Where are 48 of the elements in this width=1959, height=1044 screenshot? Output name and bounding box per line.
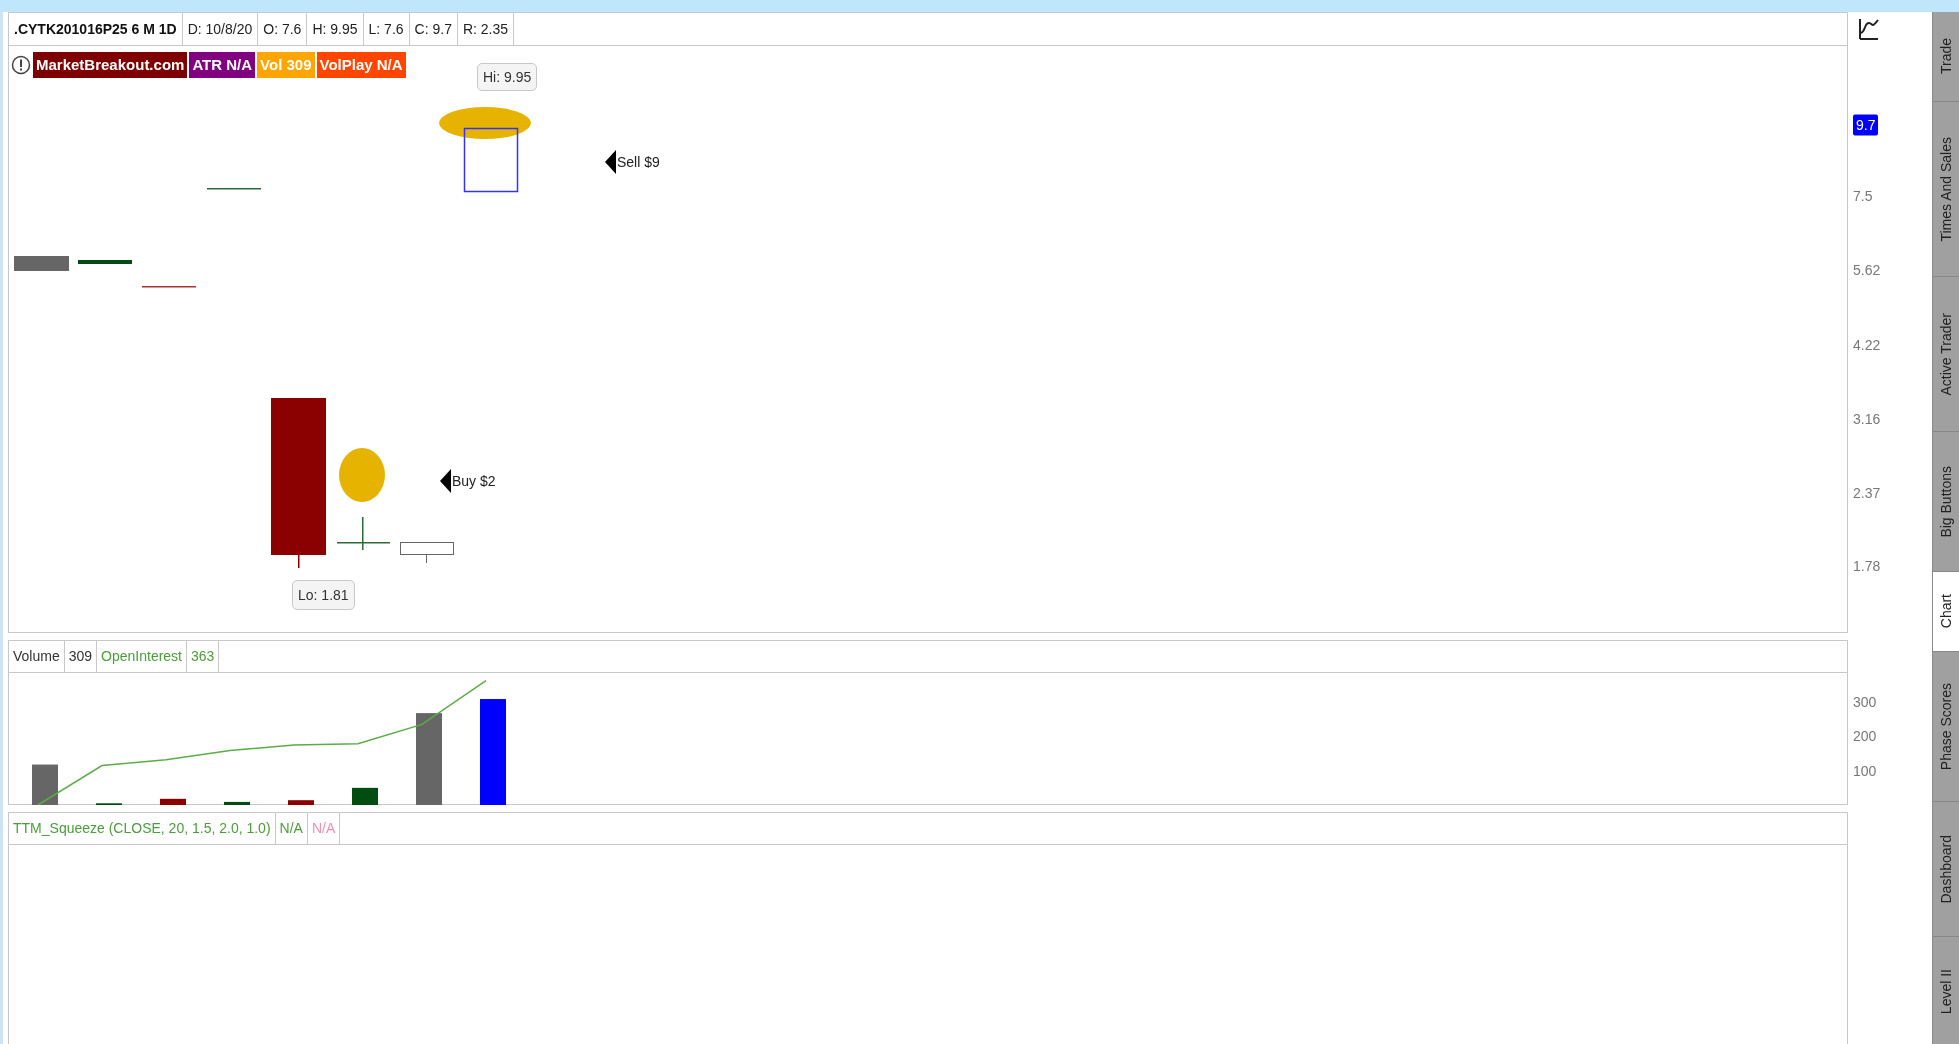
- axis-tick-label: 300: [1853, 692, 1877, 712]
- quote-field: O: 7.6: [258, 13, 308, 45]
- volume-bar: [352, 787, 378, 805]
- quote-field: L: 7.6: [363, 13, 410, 45]
- study-label: 363: [187, 641, 220, 672]
- candle: [14, 256, 69, 271]
- alert-icon[interactable]: [11, 55, 31, 75]
- symbol-label: .CYTK201016P25 6 M 1D: [9, 13, 183, 45]
- volume-bar: [224, 801, 250, 805]
- quote-field: H: 9.95: [307, 13, 364, 45]
- study-badge: VolPlay N/A: [316, 52, 406, 78]
- volume-bar: [32, 764, 58, 805]
- side-tab[interactable]: Chart: [1933, 572, 1959, 652]
- study-label: TTM_Squeeze (CLOSE, 20, 1.5, 2.0, 1.0): [9, 813, 276, 844]
- axis-tick-label: 5.62: [1853, 260, 1881, 280]
- quote-field: D: 10/8/20: [182, 13, 259, 45]
- order-arrow-icon: [605, 150, 616, 174]
- order-label: Sell $9: [617, 152, 660, 172]
- volume-bar: [160, 798, 186, 805]
- study-label: N/A: [307, 813, 341, 844]
- order-arrow-icon: [440, 469, 451, 493]
- low-callout: Lo: 1.81: [292, 580, 355, 610]
- candle: [463, 127, 519, 193]
- candle: [78, 260, 132, 264]
- axis-tick-label: 3.16: [1853, 409, 1881, 429]
- study-badge: Vol 309: [257, 52, 315, 78]
- study-label: Volume: [9, 641, 65, 672]
- study-badge: MarketBreakout.com: [33, 52, 188, 78]
- axis-tick-label: 4.22: [1853, 335, 1881, 355]
- study-badge: ATR N/A: [189, 52, 256, 78]
- study-label: N/A: [275, 813, 308, 844]
- high-callout: Hi: 9.95: [477, 63, 538, 91]
- axis-tick-label: 7.5: [1853, 186, 1873, 206]
- candle: [337, 517, 390, 550]
- order-label: Buy $2: [452, 471, 496, 491]
- quote-field: R: 2.35: [457, 13, 515, 45]
- chart-style-icon[interactable]: [1858, 17, 1880, 41]
- candle: [400, 542, 454, 563]
- axis-tick-label: 2.37: [1853, 483, 1881, 503]
- last-price-tag: 9.7: [1853, 114, 1879, 136]
- axis-tick-label: 1.78: [1853, 556, 1881, 576]
- study-label: OpenInterest: [97, 641, 187, 672]
- study-label: 309: [64, 641, 98, 672]
- axis-tick-label: 100: [1853, 761, 1877, 781]
- quote-field: C: 9.7: [409, 13, 458, 45]
- volume-bar: [288, 800, 314, 805]
- axis-tick-label: 200: [1853, 726, 1877, 746]
- signal-dot: [339, 448, 385, 502]
